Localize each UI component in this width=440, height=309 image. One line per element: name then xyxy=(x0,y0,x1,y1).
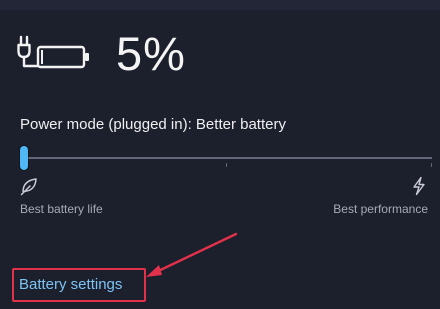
slider-tick xyxy=(431,163,432,167)
battery-percentage: 5% xyxy=(116,26,186,80)
best-performance-label: Best performance xyxy=(333,202,428,216)
slider-tick xyxy=(226,163,227,167)
battery-status: 5% xyxy=(16,24,186,82)
lightning-icon xyxy=(413,176,425,196)
power-mode-label: Power mode (plugged in): Better battery xyxy=(20,116,286,133)
battery-settings-link[interactable]: Battery settings xyxy=(19,276,122,293)
battery-flyout: 5% Power mode (plugged in): Better batte… xyxy=(0,0,440,309)
mode-min: Best battery life xyxy=(20,176,103,216)
slider-track[interactable] xyxy=(20,157,432,159)
mode-max: Best performance xyxy=(333,176,428,216)
slider-thumb[interactable] xyxy=(20,146,28,170)
power-mode-slider[interactable] xyxy=(20,146,432,170)
best-battery-life-label: Best battery life xyxy=(20,202,103,216)
battery-plugged-icon xyxy=(17,35,89,69)
annotation-arrow xyxy=(146,232,238,277)
leaf-icon xyxy=(20,178,37,196)
